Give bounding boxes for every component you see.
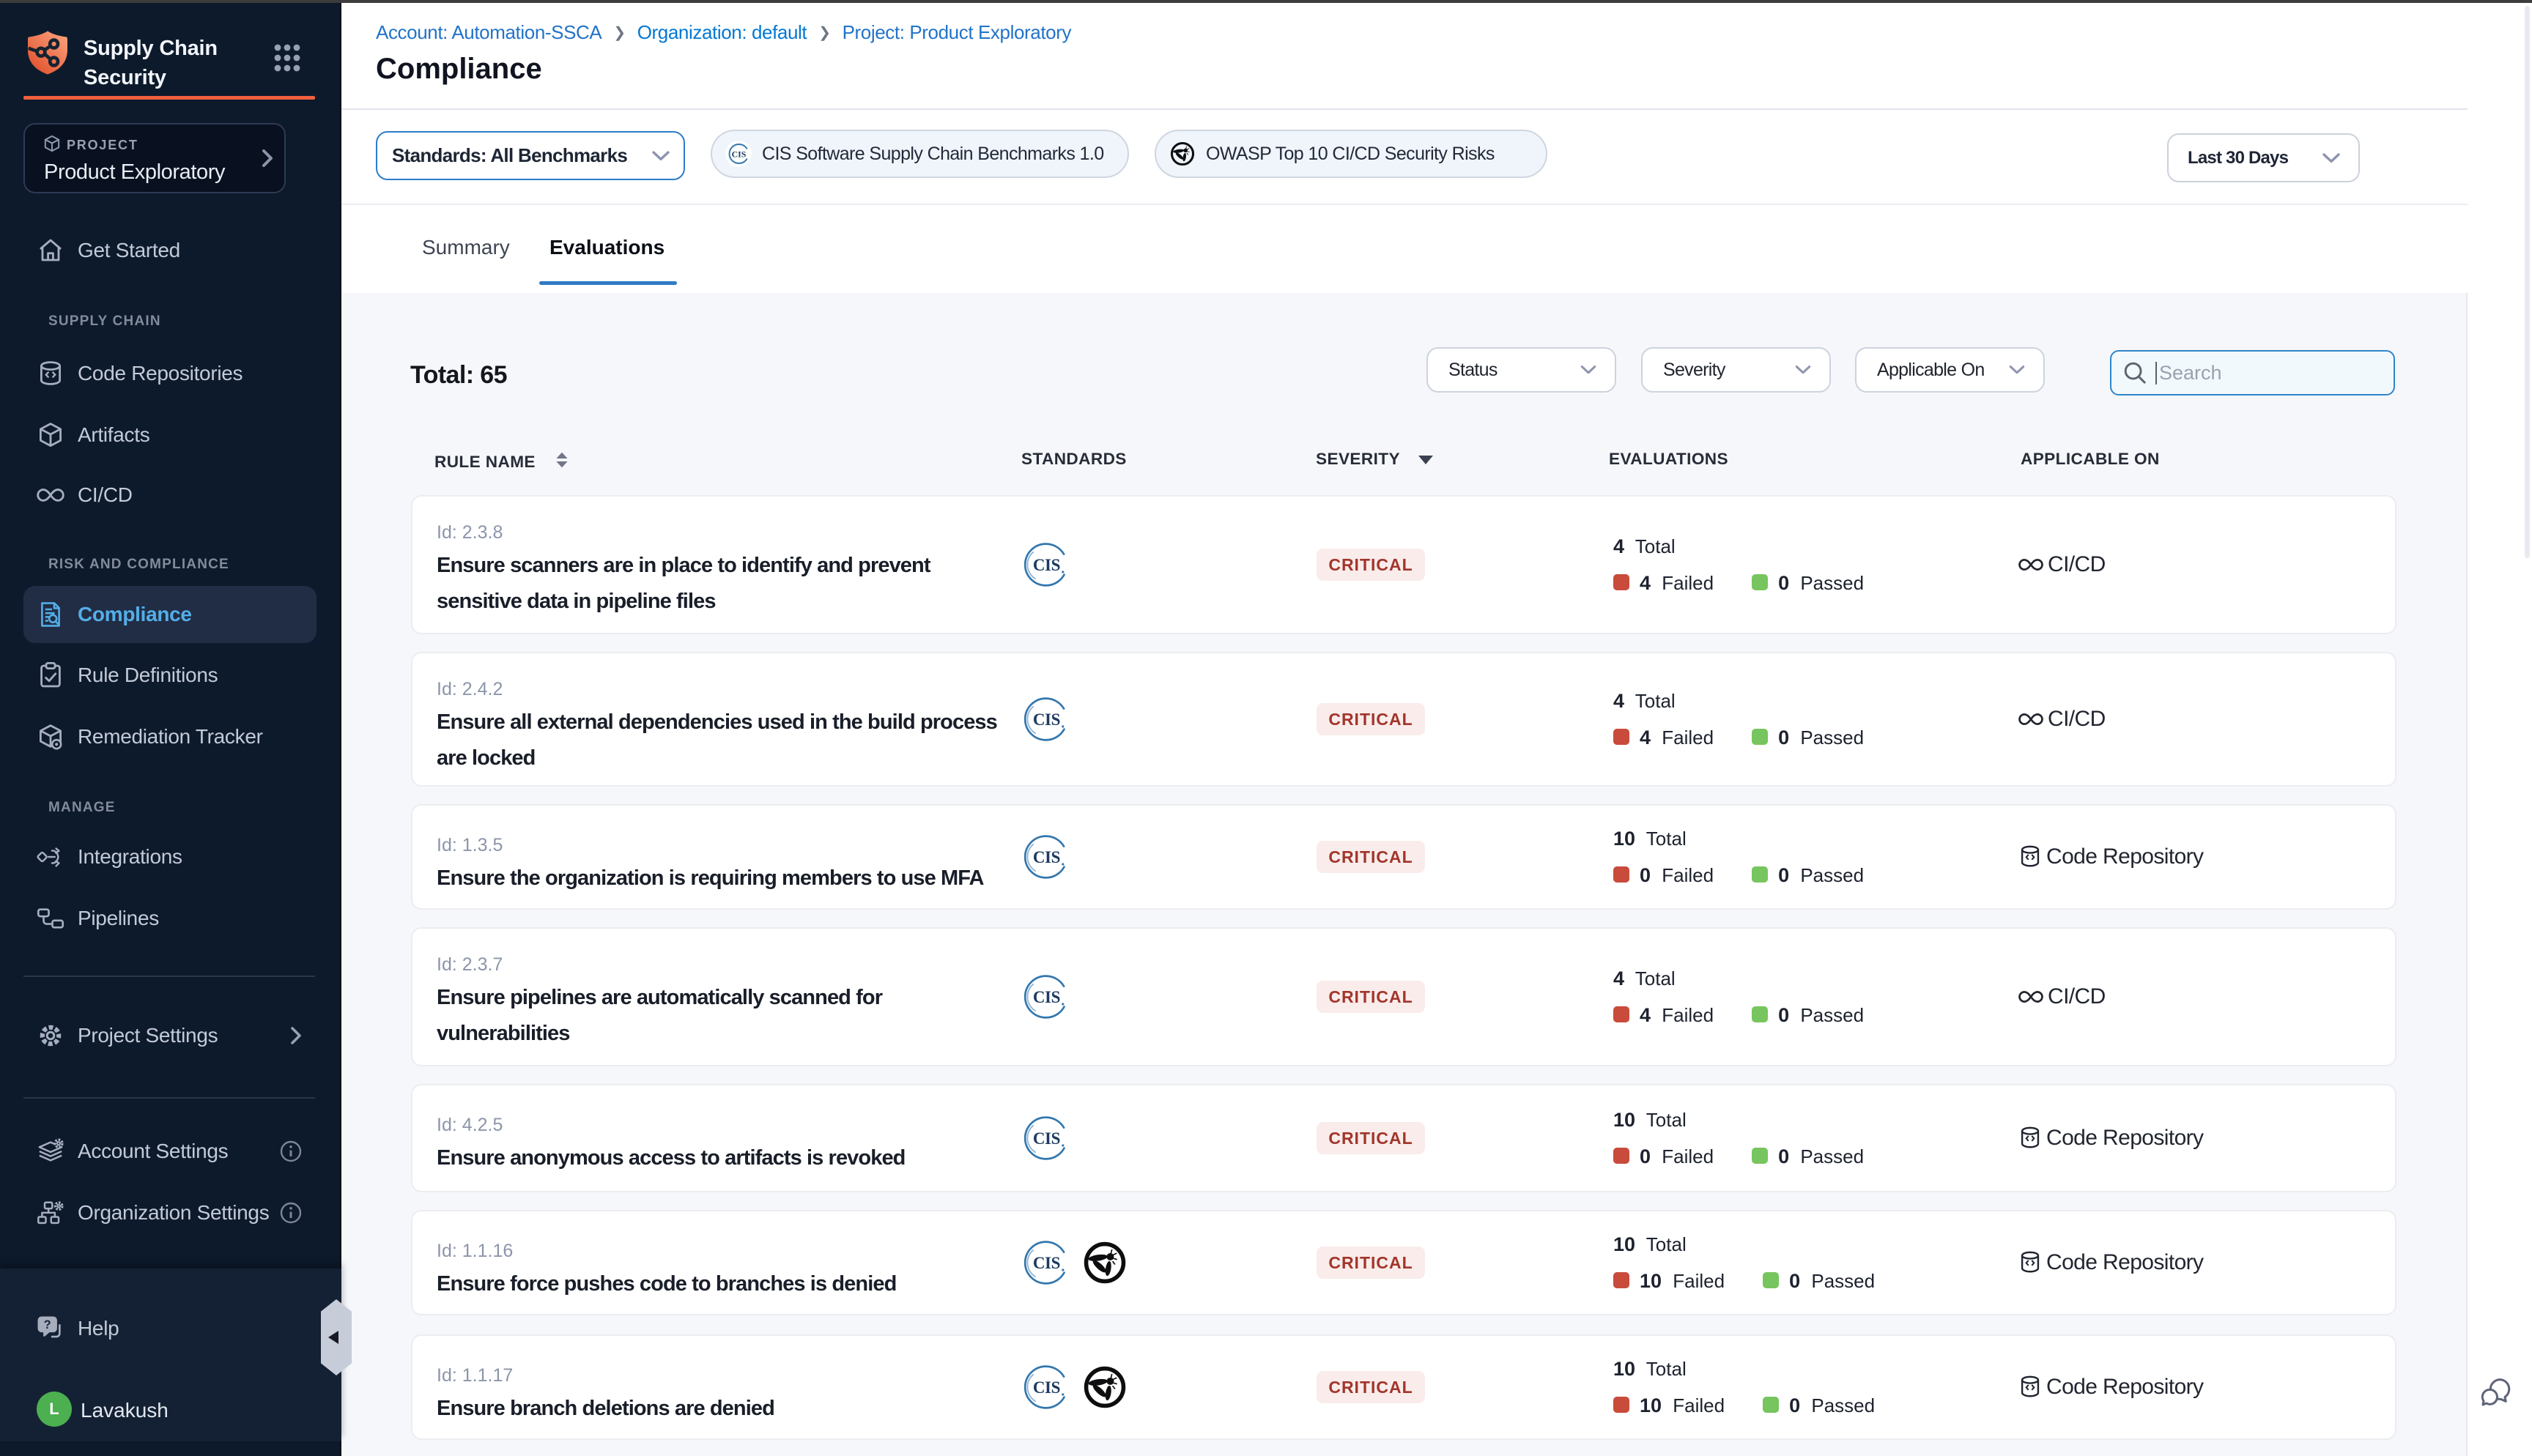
svg-text:CIS: CIS: [1033, 1378, 1060, 1397]
svg-text:CIS: CIS: [1033, 848, 1060, 866]
svg-text:CIS: CIS: [1033, 1129, 1060, 1148]
svg-text:?: ?: [44, 1318, 51, 1331]
svg-text:CIS: CIS: [1033, 710, 1060, 729]
svg-text:CIS: CIS: [1033, 556, 1060, 574]
svg-text:CIS: CIS: [1033, 988, 1060, 1006]
svg-text:CIS: CIS: [1033, 1254, 1060, 1272]
svg-text:CIS: CIS: [732, 149, 747, 160]
